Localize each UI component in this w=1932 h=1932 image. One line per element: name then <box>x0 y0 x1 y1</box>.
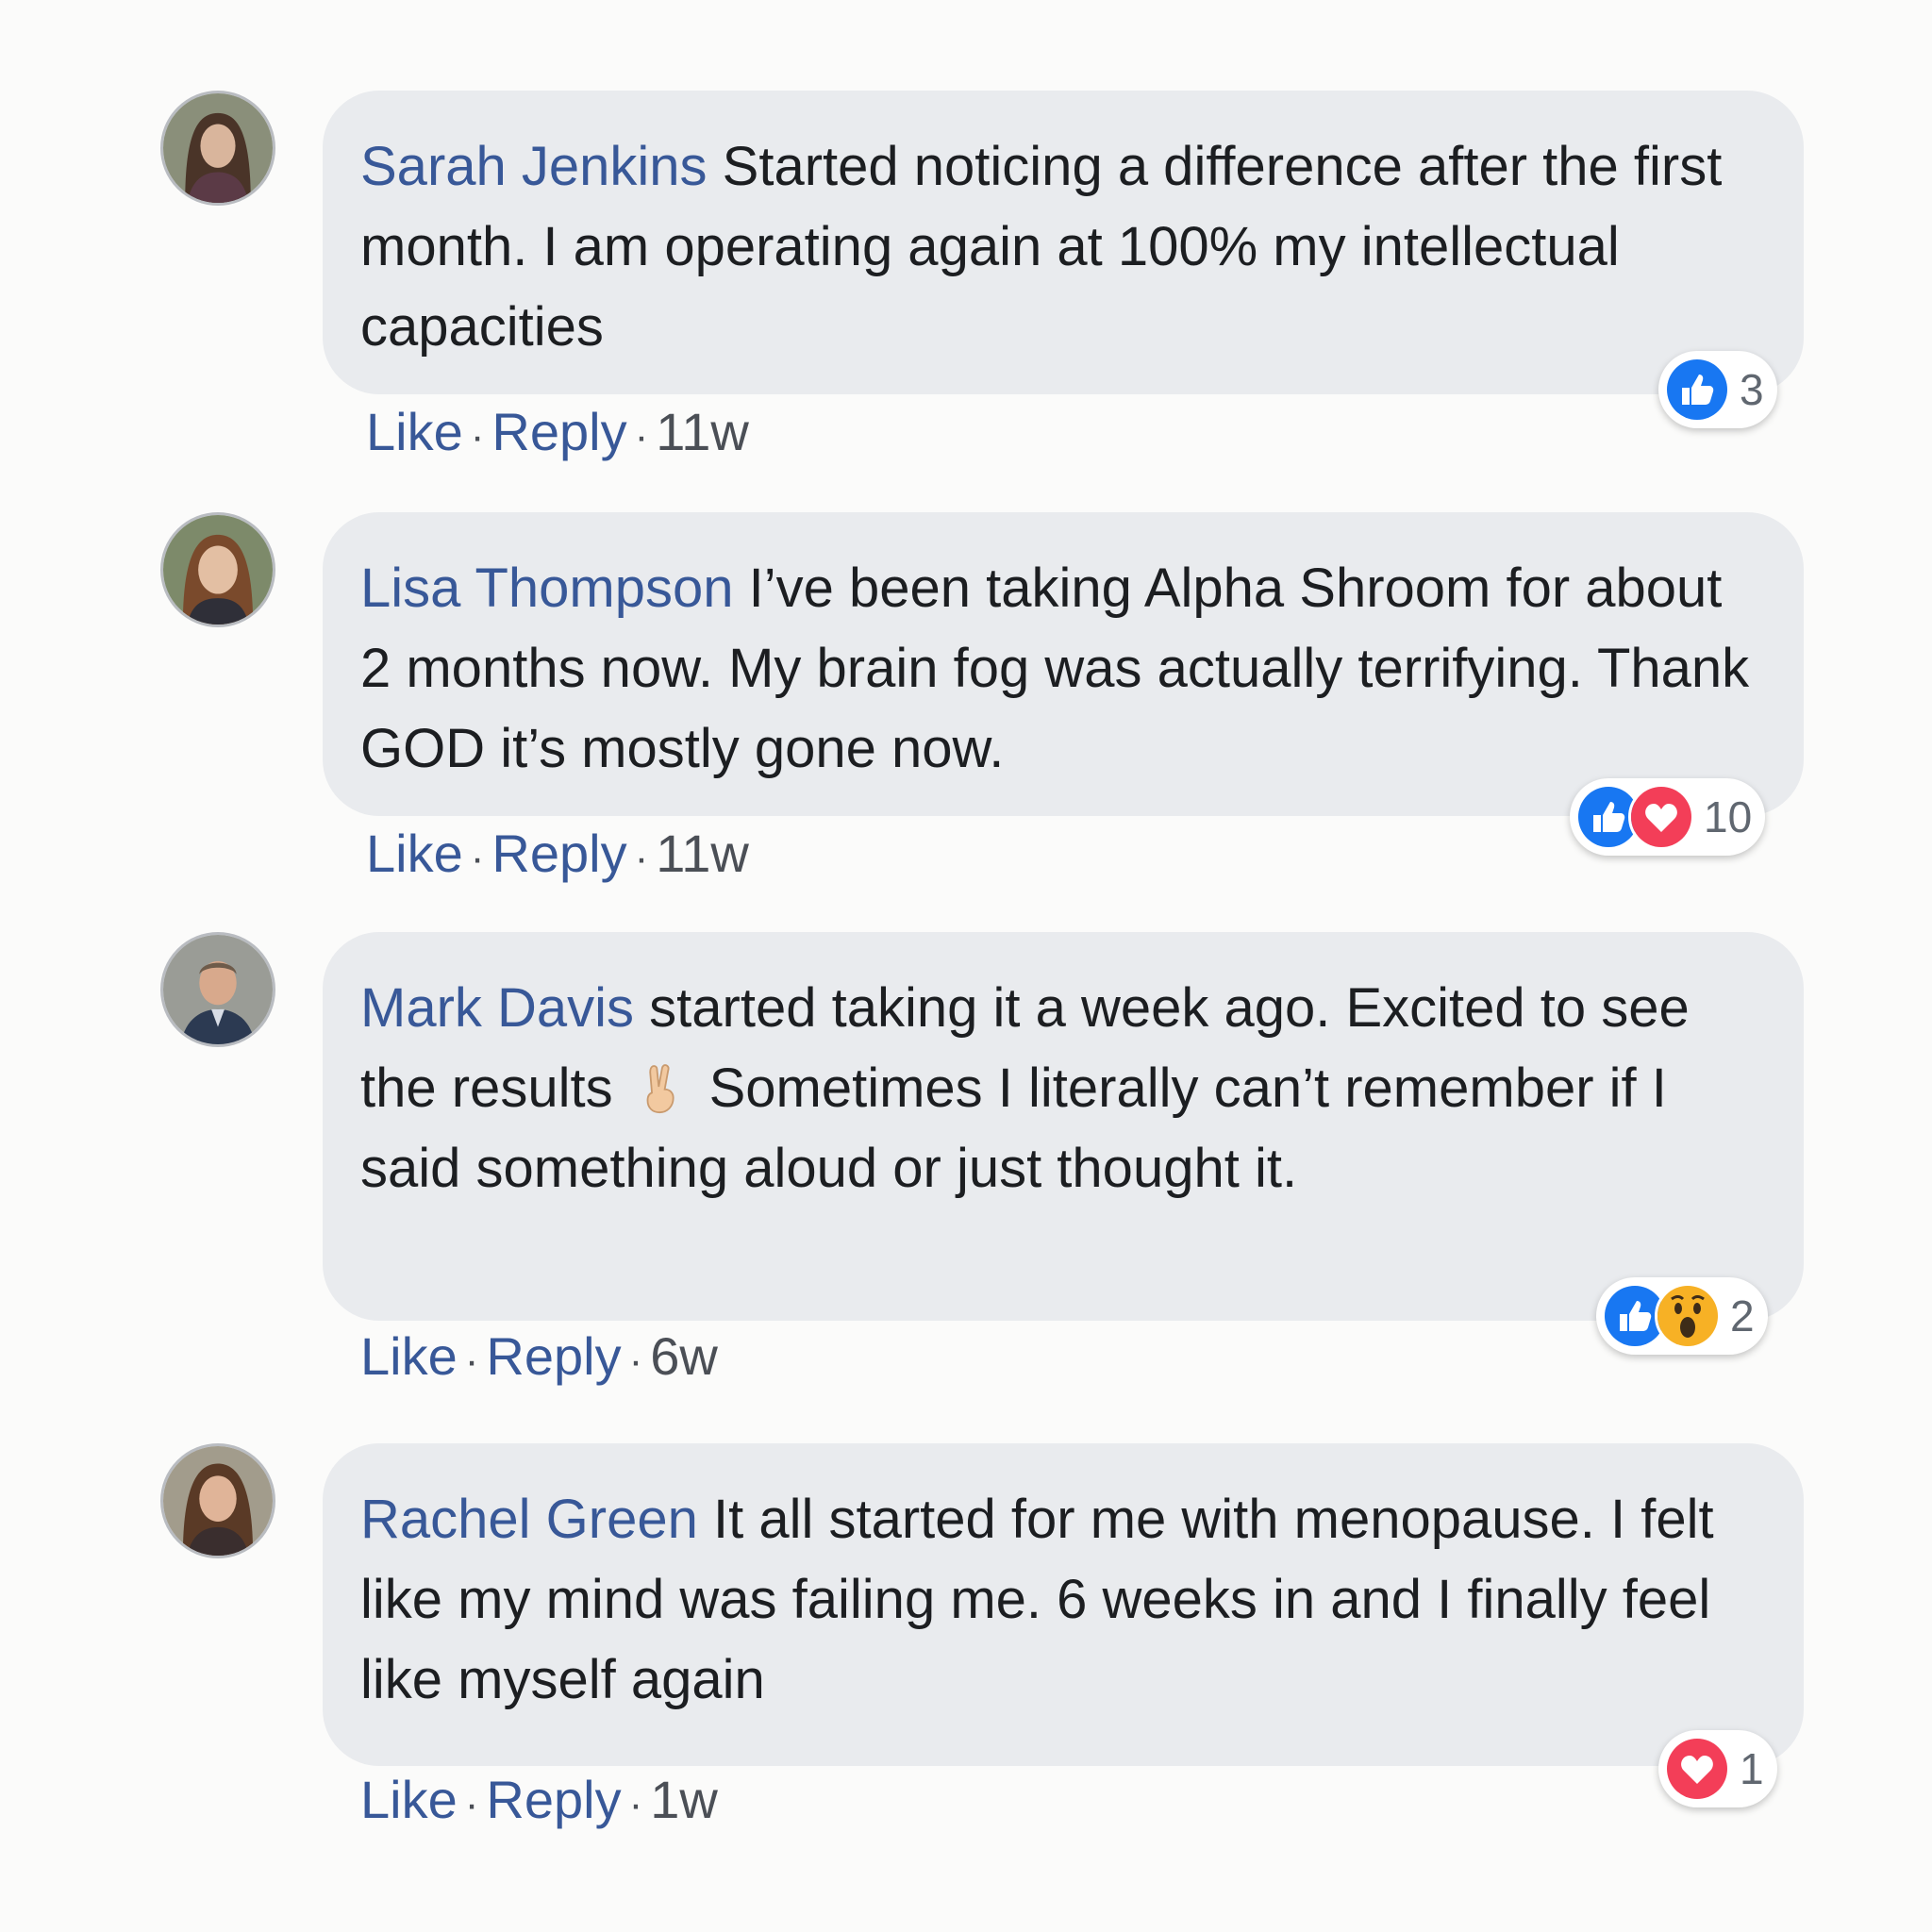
avatar-photo-woman-auburn-hair <box>163 515 273 625</box>
separator-dot: · <box>464 1338 479 1384</box>
reaction-count: 3 <box>1740 365 1764 414</box>
avatar[interactable] <box>160 932 275 1047</box>
avatar-photo-woman-brown-hair <box>163 1446 273 1556</box>
comment-author-link[interactable]: Mark Davis <box>360 977 634 1039</box>
separator-dot: · <box>464 1781 479 1827</box>
reaction-count: 1 <box>1740 1744 1764 1793</box>
comment-bubble: Mark Davis started taking it a week ago.… <box>323 932 1804 1321</box>
comment-actions: Like · Reply · 11w <box>366 402 749 467</box>
reaction-summary[interactable]: 1 <box>1658 1730 1777 1807</box>
separator-dot: · <box>634 413 649 459</box>
avatar[interactable] <box>160 512 275 627</box>
reaction-summary[interactable]: 10 <box>1570 778 1766 856</box>
comment-bubble: Rachel Green It all started for me with … <box>323 1443 1804 1766</box>
comment-actions: Like · Reply · 6w <box>360 1326 718 1391</box>
wow-icon <box>1655 1283 1721 1349</box>
comment-bubble: Sarah Jenkins Started noticing a differe… <box>323 91 1804 394</box>
love-icon <box>1664 1736 1730 1802</box>
reply-link[interactable]: Reply <box>491 824 626 883</box>
separator-dot: · <box>628 1781 643 1827</box>
comment-author-link[interactable]: Lisa Thompson <box>360 558 734 619</box>
like-link[interactable]: Like <box>366 824 463 883</box>
reply-link[interactable]: Reply <box>486 1326 621 1386</box>
separator-dot: · <box>470 413 485 459</box>
avatar-photo-man-short-hair <box>163 935 273 1044</box>
timestamp[interactable]: 6w <box>650 1326 718 1386</box>
like-link[interactable]: Like <box>360 1770 458 1829</box>
avatar-photo-woman-dark-hair <box>163 93 273 203</box>
separator-dot: · <box>634 835 649 881</box>
timestamp[interactable]: 11w <box>656 402 749 461</box>
comment-author-link[interactable]: Sarah Jenkins <box>360 136 708 197</box>
separator-dot: · <box>628 1338 643 1384</box>
reply-link[interactable]: Reply <box>486 1770 621 1829</box>
victory-hand-emoji <box>634 1056 689 1114</box>
comment-bubble: Lisa Thompson I’ve been taking Alpha Shr… <box>323 512 1804 816</box>
like-link[interactable]: Like <box>360 1326 458 1386</box>
like-link[interactable]: Like <box>366 402 463 461</box>
reaction-summary[interactable]: 2 <box>1596 1277 1768 1355</box>
avatar[interactable] <box>160 1443 275 1558</box>
reaction-summary[interactable]: 3 <box>1658 351 1777 428</box>
comment-actions: Like · Reply · 11w <box>366 824 749 889</box>
timestamp[interactable]: 1w <box>650 1770 718 1829</box>
comment-actions: Like · Reply · 1w <box>360 1770 718 1835</box>
reaction-count: 2 <box>1730 1291 1755 1341</box>
like-icon <box>1664 357 1730 423</box>
love-icon <box>1628 784 1694 850</box>
reaction-count: 10 <box>1704 792 1753 841</box>
comment-author-link[interactable]: Rachel Green <box>360 1489 698 1550</box>
avatar[interactable] <box>160 91 275 206</box>
separator-dot: · <box>470 835 485 881</box>
reply-link[interactable]: Reply <box>491 402 626 461</box>
timestamp[interactable]: 11w <box>656 824 749 883</box>
